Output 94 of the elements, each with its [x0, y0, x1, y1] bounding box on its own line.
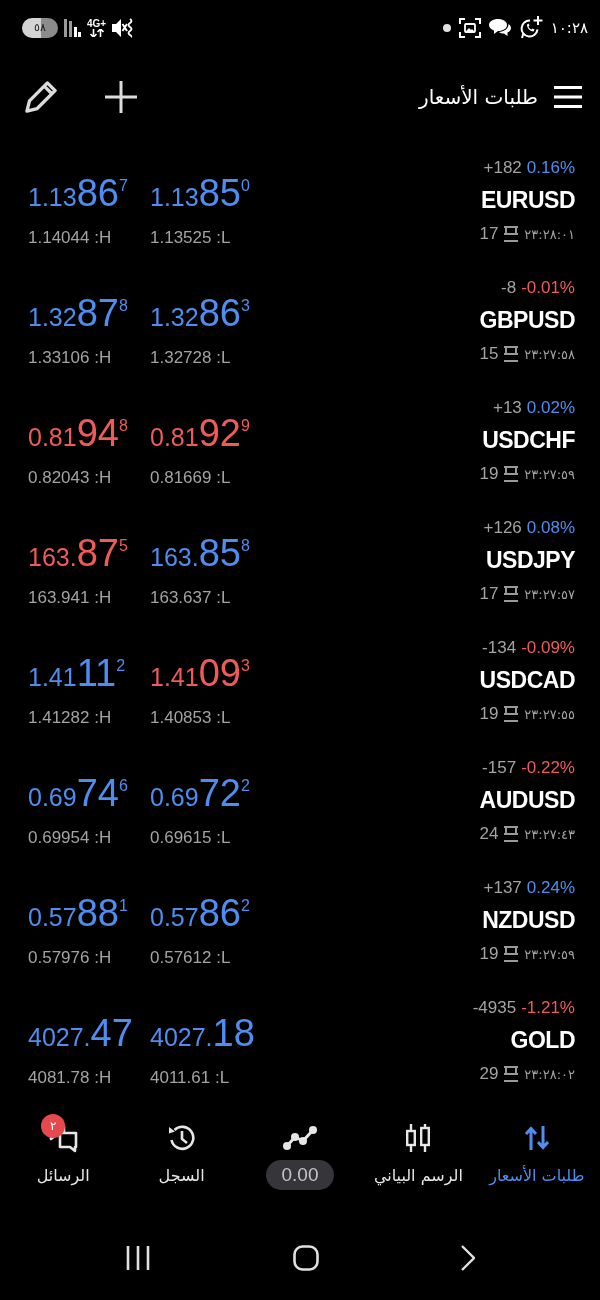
nav-tab[interactable]: 0.00 [240, 1104, 360, 1200]
change-percent: -0.01% [521, 278, 575, 298]
symbol-name: USDCHF [482, 426, 575, 455]
symbol-name: NZDUSD [482, 906, 575, 935]
change-points: -4935 [472, 998, 517, 1018]
change-percent: 0.02% [526, 398, 575, 418]
spread-value: 19 [479, 464, 499, 484]
high-low-text: 163.941 :H [28, 587, 112, 609]
change-points: -8 [501, 278, 517, 298]
spread-value: 19 [479, 704, 499, 724]
price: 4027.18 [150, 1014, 255, 1056]
chat-bubbles-icon [488, 18, 511, 38]
change-percent: -0.22% [521, 758, 575, 778]
screenshot-frame-icon [458, 18, 481, 38]
price: 4027.47 [28, 1014, 133, 1056]
notification-dot-icon [442, 24, 451, 32]
bracket-icon [504, 586, 519, 602]
quote-time: ٢٣:٢٧:٥٧ [524, 586, 575, 602]
nav-tab[interactable]: الرسم البياني [359, 1104, 478, 1200]
screen-title: طلبات الأسعار [419, 85, 538, 109]
quote-time: ٢٣:٢٧:٥٨ [524, 346, 575, 362]
nav-tab[interactable]: السجل [122, 1104, 241, 1200]
symbol-name: AUDUSD [479, 786, 575, 815]
bracket-icon [504, 1066, 519, 1082]
spread-value: 15 [479, 344, 499, 364]
high-low-text: 0.82043 :H [28, 467, 112, 489]
symbol-name: USDCAD [479, 666, 575, 695]
line-chart-icon [283, 1126, 317, 1150]
bracket-icon [504, 466, 519, 482]
change-points: +126 [483, 518, 522, 538]
symbol-name: EURUSD [480, 186, 575, 215]
spread-value: 19 [479, 944, 499, 964]
quote-time: ٢٣:٢٨:٠٢ [524, 1066, 575, 1082]
high-low-text: 1.40853 :L [150, 707, 231, 729]
spread-value: 17 [479, 224, 499, 244]
symbol-name: GOLD [510, 1026, 575, 1055]
spread-value: 24 [479, 824, 499, 844]
battery-indicator: ٥٨ [22, 18, 58, 38]
signal-bars-icon [64, 19, 81, 37]
home-icon[interactable] [293, 1245, 319, 1271]
phone-bubble-icon [518, 16, 543, 40]
change-points: +137 [483, 878, 522, 898]
bracket-icon [504, 226, 519, 242]
change-percent: -0.09% [521, 638, 575, 658]
up-down-arrows-icon [523, 1126, 550, 1150]
high-low-text: 0.69954 :H [28, 827, 112, 849]
balance-pill: 0.00 [265, 1160, 335, 1190]
high-low-text: 0.57612 :L [150, 947, 231, 969]
network-type: 4G+ [87, 19, 107, 29]
spread-value: 17 [479, 584, 499, 604]
high-low-text: 1.14044 :H [28, 227, 112, 249]
history-clock-icon [166, 1123, 197, 1153]
high-low-text: 0.69615 :L [150, 827, 231, 849]
change-percent: 0.16% [526, 158, 575, 178]
plus-icon[interactable] [105, 81, 137, 113]
data-arrows-icon [89, 29, 104, 37]
high-low-text: 1.33106 :H [28, 347, 112, 369]
high-low-text: 0.57976 :H [28, 947, 112, 969]
quote-time: ٢٣:٢٧:٥٥ [524, 706, 575, 722]
pencil-icon[interactable] [25, 81, 57, 113]
high-low-text: 163.637 :L [150, 587, 231, 609]
nav-tab[interactable]: طلبات الأسعار [477, 1104, 596, 1200]
change-points: +182 [483, 158, 522, 178]
change-points: -157 [482, 758, 517, 778]
quote-time: ٢٣:٢٧:٤٣ [524, 826, 575, 842]
nav-tab[interactable]: ٢ الرسائل [3, 1104, 123, 1200]
high-low-text: 4011.61 :L [150, 1067, 230, 1089]
high-low-text: 1.32728 :L [150, 347, 231, 369]
bracket-icon [504, 346, 519, 362]
back-icon[interactable] [461, 1245, 475, 1271]
bracket-icon [504, 706, 519, 722]
high-low-text: 4081.78 :H [28, 1067, 112, 1089]
quote-time: ٢٣:٢٧:٥٩ [524, 946, 575, 962]
high-low-text: 0.81669 :L [150, 467, 231, 489]
quote-time: ٢٣:٢٨:٠١ [524, 226, 575, 242]
change-percent: -1.21% [521, 998, 575, 1018]
change-points: +13 [492, 398, 522, 418]
symbol-name: USDJPY [485, 546, 575, 575]
change-points: -134 [482, 638, 517, 658]
high-low-text: 1.13525 :L [150, 227, 231, 249]
change-percent: 0.24% [526, 878, 575, 898]
bracket-icon [504, 946, 519, 962]
change-percent: 0.08% [526, 518, 575, 538]
clock-time: ١٠:٢٨ [550, 19, 588, 37]
spread-value: 29 [479, 1064, 499, 1084]
symbol-name: GBPUSD [479, 306, 575, 335]
unread-badge: ٢ [41, 1114, 66, 1138]
recent-apps-icon[interactable] [125, 1246, 151, 1270]
bracket-icon [504, 826, 519, 842]
candlestick-icon [405, 1124, 432, 1152]
menu-icon[interactable] [554, 86, 582, 108]
muted-speaker-icon [112, 18, 135, 38]
high-low-text: 1.41282 :H [28, 707, 112, 729]
quote-time: ٢٣:٢٧:٥٩ [524, 466, 575, 482]
